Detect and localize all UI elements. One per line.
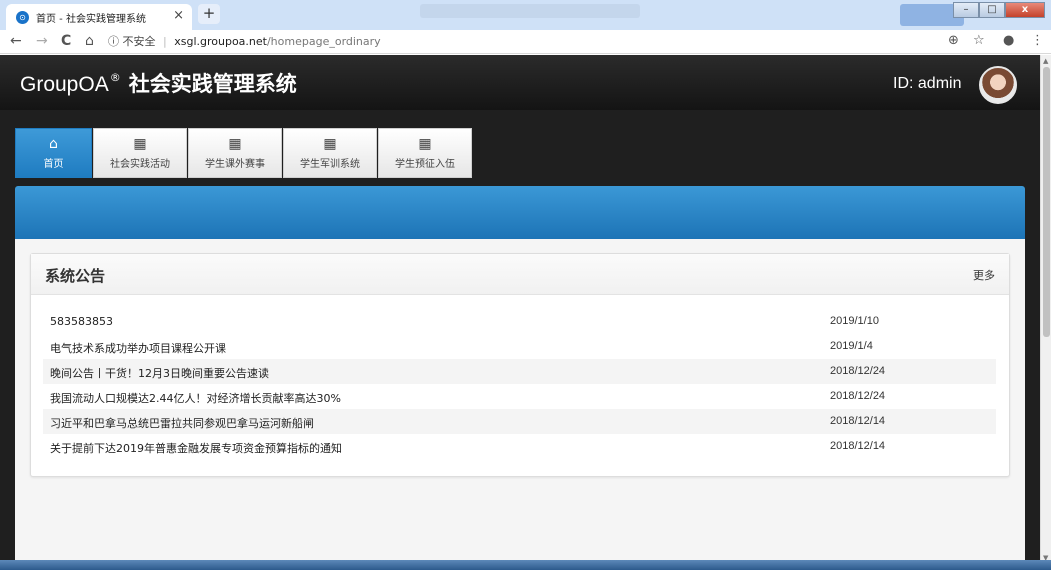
brand: GroupOA® 社会实践管理系统 xyxy=(20,68,297,98)
list-item[interactable]: 我国流动人口规模达2.44亿人！对经济增长贡献率高达30% 2018/12/24 xyxy=(43,384,996,409)
notice-date: 2018/12/24 xyxy=(830,390,886,402)
notice-title[interactable]: 电气技术系成功举办项目课程公开课 xyxy=(50,340,226,356)
scrollbar-thumb[interactable] xyxy=(1043,67,1050,337)
notice-date: 2018/12/14 xyxy=(830,415,886,427)
panel-title: 系统公告 xyxy=(45,267,106,285)
system-title: 社会实践管理系统 xyxy=(128,72,297,96)
back-icon[interactable]: ← xyxy=(10,33,22,49)
brand-name: GroupOA xyxy=(20,73,109,96)
url-separator: | xyxy=(163,35,167,48)
minimize-button[interactable]: – xyxy=(953,2,979,18)
panel-header: 系统公告 更多 xyxy=(31,254,1009,295)
url-field[interactable]: ⓘ 不安全 | xsgl.groupoa.net/homepage_ordina… xyxy=(108,32,978,52)
zoom-icon[interactable]: ⊕ xyxy=(948,33,959,48)
browser-tab-strip: ⊙ 首页 - 社会实践管理系统 × + – □ x xyxy=(0,0,1051,30)
browser-tab[interactable]: ⊙ 首页 - 社会实践管理系统 × xyxy=(6,4,192,30)
url-path: /homepage_ordinary xyxy=(266,35,381,48)
os-taskbar xyxy=(0,560,1051,570)
notice-title[interactable]: 583583853 xyxy=(50,315,113,328)
list-item[interactable]: 关于提前下达2019年普惠金融发展专项资金预算指标的通知 2018/12/14 xyxy=(43,434,996,459)
grid-icon: ▦ xyxy=(323,136,337,152)
notice-date: 2019/1/10 xyxy=(830,315,879,327)
tab-label: 首页 xyxy=(43,159,64,170)
registered-mark: ® xyxy=(109,71,121,84)
url-host: xsgl.groupoa.net xyxy=(174,35,267,48)
page-scrollbar[interactable]: ▲ ▼ xyxy=(1040,55,1051,570)
list-item[interactable]: 晚间公告丨干货！12月3日晚间重要公告速读 2018/12/24 xyxy=(43,359,996,384)
tab-label: 学生课外赛事 xyxy=(205,159,265,170)
grid-icon: ▦ xyxy=(133,136,147,152)
main-nav-tabs: ⌂ 首页 ▦ 社会实践活动 ▦ 学生课外赛事 ▦ 学生军训系统 ▦ 学生预征入伍 xyxy=(15,128,473,178)
account-icon[interactable]: ● xyxy=(1003,33,1014,48)
notice-panel: 系统公告 更多 583583853 2019/1/10 电气技术系成功举办项目课… xyxy=(30,253,1010,477)
blurred-window-title xyxy=(420,4,640,18)
notice-date: 2018/12/14 xyxy=(830,440,886,452)
tab-title: 首页 - 社会实践管理系统 xyxy=(36,14,146,25)
site-favicon-icon: ⊙ xyxy=(16,11,29,24)
tab-enlistment[interactable]: ▦ 学生预征入伍 xyxy=(378,128,472,178)
tab-label: 学生军训系统 xyxy=(300,159,360,170)
list-item[interactable]: 电气技术系成功举办项目课程公开课 2019/1/4 xyxy=(43,334,996,359)
home-icon[interactable]: ⌂ xyxy=(85,33,94,49)
list-item[interactable]: 习近平和巴拿马总统巴雷拉共同参观巴拿马运河新船闸 2018/12/14 xyxy=(43,409,996,434)
notice-date: 2018/12/24 xyxy=(830,365,886,377)
home-icon: ⌂ xyxy=(49,136,58,152)
grid-icon: ▦ xyxy=(228,136,242,152)
tab-label: 学生预征入伍 xyxy=(395,159,455,170)
info-icon[interactable]: ⓘ xyxy=(108,35,119,48)
notice-title[interactable]: 晚间公告丨干货！12月3日晚间重要公告速读 xyxy=(50,365,269,381)
bookmark-star-icon[interactable]: ☆ xyxy=(973,33,985,48)
security-label: 不安全 xyxy=(122,35,156,48)
scroll-up-icon[interactable]: ▲ xyxy=(1043,57,1048,65)
forward-icon[interactable]: → xyxy=(36,33,48,49)
tab-label: 社会实践活动 xyxy=(110,159,170,170)
notice-date: 2019/1/4 xyxy=(830,340,873,352)
notice-list: 583583853 2019/1/10 电气技术系成功举办项目课程公开课 201… xyxy=(43,309,996,459)
avatar[interactable] xyxy=(979,66,1017,104)
reload-icon[interactable]: C xyxy=(61,33,71,49)
app-header: GroupOA® 社会实践管理系统 ID: admin xyxy=(0,55,1040,110)
tab-competitions[interactable]: ▦ 学生课外赛事 xyxy=(188,128,282,178)
list-item[interactable]: 583583853 2019/1/10 xyxy=(43,309,996,334)
app-page: GroupOA® 社会实践管理系统 ID: admin ⌂ 首页 ▦ 社会实践活动… xyxy=(0,55,1040,570)
address-bar: ← → C ⌂ ⓘ 不安全 | xsgl.groupoa.net/homepag… xyxy=(0,30,1051,54)
main-content: 系统公告 更多 583583853 2019/1/10 电气技术系成功举办项目课… xyxy=(15,239,1025,570)
notice-title[interactable]: 我国流动人口规模达2.44亿人！对经济增长贡献率高达30% xyxy=(50,390,341,406)
close-tab-icon[interactable]: × xyxy=(173,8,184,23)
tab-home[interactable]: ⌂ 首页 xyxy=(15,128,92,178)
user-id-label: ID: admin xyxy=(893,75,962,92)
tab-social-practice[interactable]: ▦ 社会实践活动 xyxy=(93,128,187,178)
maximize-button[interactable]: □ xyxy=(979,2,1005,18)
menu-icon[interactable]: ⋮ xyxy=(1031,33,1044,48)
notice-title[interactable]: 习近平和巴拿马总统巴雷拉共同参观巴拿马运河新船闸 xyxy=(50,415,314,431)
close-window-button[interactable]: x xyxy=(1005,2,1045,18)
new-tab-button[interactable]: + xyxy=(198,4,220,24)
more-link[interactable]: 更多 xyxy=(973,267,995,283)
notice-title[interactable]: 关于提前下达2019年普惠金融发展专项资金预算指标的通知 xyxy=(50,440,342,456)
section-banner xyxy=(15,186,1025,239)
grid-icon: ▦ xyxy=(418,136,432,152)
window-controls: – □ x xyxy=(953,2,1045,20)
tab-military-training[interactable]: ▦ 学生军训系统 xyxy=(283,128,377,178)
